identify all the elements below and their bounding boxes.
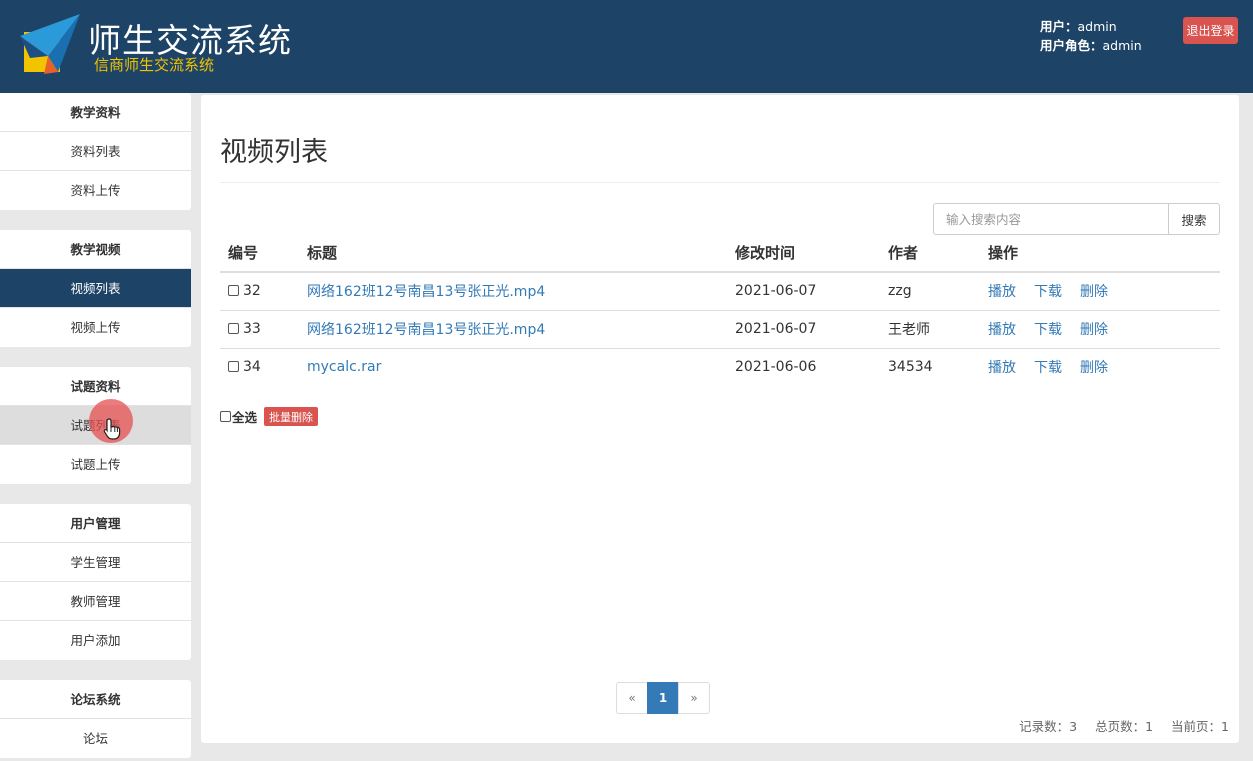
cell-title: 网络162班12号南昌13号张正光.mp4 — [299, 310, 727, 349]
logout-button[interactable]: 退出登录 — [1183, 17, 1238, 44]
page-title: 视频列表 — [220, 137, 328, 168]
top-header: 师生交流系统 信商师生交流系统 用户：admin 用户角色：admin 退出登录 — [0, 0, 1253, 93]
cell-actions: 播放 下载 删除 — [980, 272, 1220, 311]
record-count: 记录数：3 — [1019, 719, 1078, 734]
sidebar-item[interactable]: 教师管理 — [0, 582, 191, 621]
search-button[interactable]: 搜索 — [1168, 203, 1220, 235]
pagination: « 1 » — [616, 682, 710, 714]
sidebar-item[interactable]: 学生管理 — [0, 543, 191, 582]
row-id: 32 — [243, 283, 261, 300]
row-title-link[interactable]: mycalc.rar — [307, 359, 381, 375]
pagination-prev[interactable]: « — [616, 682, 648, 714]
row-title-link[interactable]: 网络162班12号南昌13号张正光.mp4 — [307, 284, 545, 300]
sidebar-group-heading: 教学资料 — [0, 93, 191, 132]
sidebar-item[interactable]: 论坛 — [0, 719, 191, 758]
table-header-row: 编号 标题 修改时间 作者 操作 — [220, 233, 1220, 273]
cell-title: mycalc.rar — [299, 348, 727, 386]
title-divider — [220, 182, 1220, 183]
col-header-title: 标题 — [299, 233, 727, 273]
cell-date: 2021-06-06 — [735, 359, 817, 376]
app-subtitle: 信商师生交流系统 — [94, 56, 215, 74]
cell-id: 34 — [220, 348, 299, 386]
col-header-date: 修改时间 — [727, 233, 880, 273]
paper-plane-logo-icon — [20, 14, 80, 74]
row-checkbox[interactable] — [228, 285, 239, 297]
select-all-label[interactable]: 全选 — [232, 407, 257, 426]
sidebar-item[interactable]: 视频上传 — [0, 308, 191, 347]
sidebar-item[interactable]: 视频列表 — [0, 269, 191, 308]
sidebar-group: 教学资料 资料列表 资料上传 — [0, 93, 191, 210]
user-value: admin — [1077, 19, 1117, 34]
col-header-id: 编号 — [220, 233, 299, 273]
cell-author: 王老师 — [880, 310, 980, 349]
role-value: admin — [1102, 38, 1142, 53]
search-input[interactable] — [933, 203, 1170, 235]
cell-id: 33 — [220, 310, 299, 349]
cell-author: zzg — [880, 272, 980, 311]
row-id: 34 — [243, 359, 261, 376]
table-row: 34 mycalc.rar 2021-06-06 34534 播放 下载 删除 — [220, 348, 1220, 386]
col-header-actions: 操作 — [980, 233, 1220, 273]
col-header-author: 作者 — [880, 233, 980, 273]
user-info: 用户：admin 用户角色：admin — [1040, 17, 1142, 55]
video-table: 编号 标题 修改时间 作者 操作 32 网络162班12号南昌13号张正光.mp4… — [220, 233, 1220, 386]
sidebar-item[interactable]: 用户添加 — [0, 621, 191, 660]
sidebar-item[interactable]: 试题上传 — [0, 445, 191, 484]
cell-title: 网络162班12号南昌13号张正光.mp4 — [299, 272, 727, 311]
pagination-page-current[interactable]: 1 — [647, 682, 679, 714]
play-link[interactable]: 播放 — [988, 322, 1016, 338]
download-link[interactable]: 下载 — [1034, 322, 1062, 338]
current-page: 当前页：1 — [1171, 719, 1229, 734]
delete-link[interactable]: 删除 — [1080, 360, 1108, 376]
pagination-next[interactable]: » — [678, 682, 710, 714]
table-row: 33 网络162班12号南昌13号张正光.mp4 2021-06-07 王老师 播放 下载… — [220, 310, 1220, 349]
hand-pointer-icon — [103, 418, 121, 440]
table-row: 32 网络162班12号南昌13号张正光.mp4 2021-06-07 zzg 播放 下载… — [220, 272, 1220, 311]
play-link[interactable]: 播放 — [988, 284, 1016, 300]
play-link[interactable]: 播放 — [988, 360, 1016, 376]
select-all-row: 全选 批量删除 — [220, 407, 319, 426]
sidebar-group: 用户管理 学生管理 教师管理 用户添加 — [0, 504, 191, 660]
user-label: 用户： — [1040, 19, 1078, 34]
sidebar-group-heading: 论坛系统 — [0, 680, 191, 719]
cell-actions: 播放 下载 删除 — [980, 310, 1220, 349]
cell-author: 34534 — [888, 359, 933, 376]
page-count: 总页数：1 — [1095, 719, 1154, 734]
role-label: 用户角色： — [1040, 38, 1103, 53]
row-title-link[interactable]: 网络162班12号南昌13号张正光.mp4 — [307, 322, 545, 338]
download-link[interactable]: 下载 — [1034, 284, 1062, 300]
sidebar-item[interactable]: 资料上传 — [0, 171, 191, 210]
cell-id: 32 — [220, 272, 299, 311]
download-link[interactable]: 下载 — [1034, 360, 1062, 376]
sidebar-group-heading: 用户管理 — [0, 504, 191, 543]
sidebar-group: 教学视频 视频列表 视频上传 — [0, 230, 191, 347]
sidebar-group: 论坛系统 论坛 — [0, 680, 191, 758]
sidebar-group-heading: 试题资料 — [0, 367, 191, 406]
select-all-checkbox[interactable] — [220, 411, 231, 422]
table-body: 32 网络162班12号南昌13号张正光.mp4 2021-06-07 zzg 播放 下载… — [220, 272, 1220, 386]
row-checkbox[interactable] — [228, 323, 239, 334]
row-id: 33 — [243, 321, 261, 337]
main-panel: 视频列表 搜索 编号 标题 修改时间 作者 操作 32 网络162班12号南昌13… — [201, 95, 1239, 743]
cell-date: 2021-06-07 — [727, 272, 880, 311]
delete-link[interactable]: 删除 — [1080, 284, 1108, 300]
sidebar-item[interactable]: 资料列表 — [0, 132, 191, 171]
sidebar-group-heading: 教学视频 — [0, 230, 191, 269]
delete-link[interactable]: 删除 — [1080, 322, 1108, 338]
pagination-stats: 记录数：3 总页数：1 当前页：1 — [1005, 716, 1229, 735]
bulk-delete-button[interactable]: 批量删除 — [264, 407, 319, 426]
row-checkbox[interactable] — [228, 361, 239, 373]
cell-actions: 播放 下载 删除 — [980, 348, 1220, 386]
cell-date: 2021-06-07 — [727, 310, 880, 349]
